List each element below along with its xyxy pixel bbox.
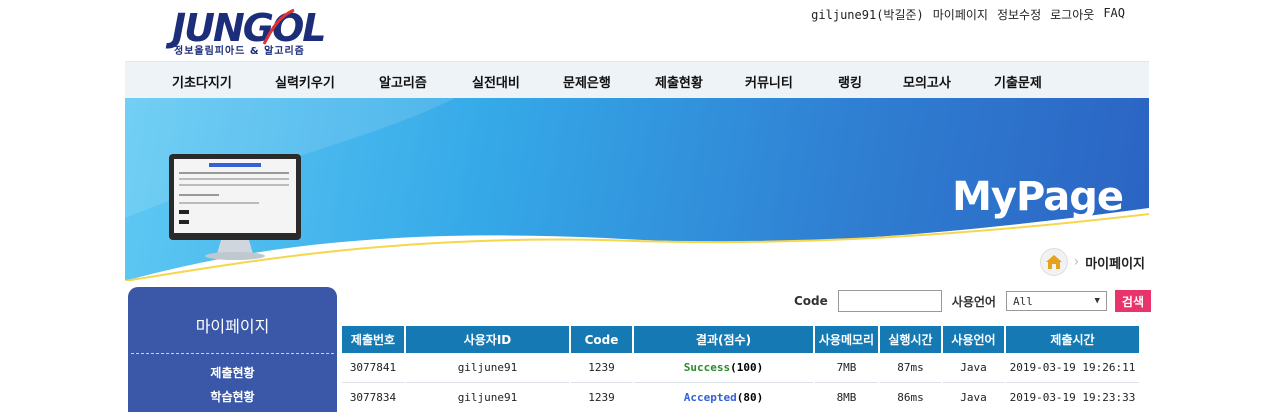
- cell-result[interactable]: Success(100): [634, 353, 813, 383]
- nav-algorithms[interactable]: 알고리즘: [379, 72, 427, 91]
- table-row[interactable]: 3077841 giljune91 1239 Success(100) 7MB …: [342, 353, 1139, 383]
- breadcrumb: › 마이페이지: [1039, 248, 1145, 276]
- result-status: Accepted: [683, 391, 737, 404]
- language-select[interactable]: All ▼: [1005, 291, 1107, 311]
- col-submission-id: 제출번호: [342, 326, 404, 353]
- search-button[interactable]: 검색: [1114, 290, 1151, 312]
- sidebar-title: 마이페이지: [195, 317, 270, 336]
- nav-problem-bank[interactable]: 문제은행: [563, 72, 611, 91]
- cell-code[interactable]: 1239: [571, 383, 632, 412]
- cell-exec-time: 87ms: [880, 353, 941, 383]
- cell-submit-time: 2019-03-19 19:26:11: [1006, 353, 1139, 383]
- breadcrumb-separator-icon: ›: [1073, 254, 1080, 270]
- nav-basics[interactable]: 기초다지기: [172, 72, 232, 91]
- user-name-link[interactable]: giljune91(박길준): [811, 6, 924, 23]
- cell-submission-id: 3077841: [342, 353, 404, 383]
- table-row[interactable]: 3077834 giljune91 1239 Accepted(80) 8MB …: [342, 383, 1139, 412]
- sidebar-item-study-status[interactable]: 학습현황: [128, 388, 337, 405]
- cell-language: Java: [943, 353, 1004, 383]
- code-input[interactable]: [837, 290, 942, 312]
- monitor-icon: [169, 154, 301, 260]
- nav-community[interactable]: 커뮤니티: [745, 72, 793, 91]
- dropdown-arrow-icon: ▼: [1094, 296, 1100, 306]
- cell-submission-id: 3077834: [342, 383, 404, 412]
- logo-subtitle: 정보올림피아드 & 알고리즘: [174, 46, 305, 57]
- nav-ranking[interactable]: 랭킹: [838, 72, 862, 91]
- code-label: Code: [794, 294, 828, 308]
- submissions-table: 제출번호 사용자ID Code 결과(점수) 사용메모리 실행시간 사용언어 제…: [340, 326, 1141, 412]
- mypage-link[interactable]: 마이페이지: [933, 6, 988, 23]
- home-button[interactable]: [1039, 248, 1068, 276]
- edit-profile-link[interactable]: 정보수정: [997, 6, 1041, 23]
- nav-practice[interactable]: 실전대비: [472, 72, 520, 91]
- cell-user-id[interactable]: giljune91: [406, 383, 569, 412]
- cell-submit-time: 2019-03-19 19:23:33: [1006, 383, 1139, 412]
- cell-user-id[interactable]: giljune91: [406, 353, 569, 383]
- col-submit-time: 제출시간: [1006, 326, 1139, 353]
- cell-language: Java: [943, 383, 1004, 412]
- cell-memory: 8MB: [815, 383, 878, 412]
- home-icon: [1045, 255, 1062, 269]
- col-exec-time: 실행시간: [880, 326, 941, 353]
- language-select-value: All: [1012, 294, 1033, 308]
- col-language: 사용언어: [943, 326, 1004, 353]
- sidebar: 마이페이지 제출현황 학습현황: [128, 287, 337, 412]
- sidebar-divider: [131, 353, 334, 354]
- faq-link[interactable]: FAQ: [1103, 6, 1125, 23]
- nav-submissions[interactable]: 제출현황: [655, 72, 703, 91]
- result-status: Success: [683, 361, 731, 374]
- mypage-banner: MyPage › 마이페이지: [125, 98, 1149, 281]
- cell-memory: 7MB: [815, 353, 878, 383]
- logout-link[interactable]: 로그아웃: [1050, 6, 1094, 23]
- filter-bar: Code 사용언어 All ▼ 검색: [794, 290, 1151, 312]
- cell-code[interactable]: 1239: [571, 353, 632, 383]
- result-score: (100): [730, 361, 764, 374]
- result-score: (80): [736, 391, 764, 404]
- language-label: 사용언어: [951, 294, 996, 309]
- col-code: Code: [571, 326, 632, 353]
- table-header-row: 제출번호 사용자ID Code 결과(점수) 사용메모리 실행시간 사용언어 제…: [342, 326, 1139, 353]
- top-links: giljune91(박길준) 마이페이지 정보수정 로그아웃 FAQ: [811, 6, 1125, 23]
- nav-mock-exam[interactable]: 모의고사: [903, 72, 951, 91]
- jungol-logo[interactable]: JUNGOL 정보올림피아드 & 알고리즘: [172, 8, 332, 57]
- nav-skills[interactable]: 실력키우기: [275, 72, 335, 91]
- page: JUNGOL 정보올림피아드 & 알고리즘 giljune91(박길준) 마이페…: [0, 0, 1275, 412]
- cell-exec-time: 86ms: [880, 383, 941, 412]
- col-result: 결과(점수): [634, 326, 813, 353]
- nav-past-exams[interactable]: 기출문제: [994, 72, 1042, 91]
- col-memory: 사용메모리: [815, 326, 878, 353]
- breadcrumb-current: 마이페이지: [1085, 256, 1145, 272]
- sidebar-item-submissions[interactable]: 제출현황: [128, 364, 337, 381]
- col-user-id: 사용자ID: [406, 326, 569, 353]
- cell-result[interactable]: Accepted(80): [634, 383, 813, 412]
- main-nav: 기초다지기 실력키우기 알고리즘 실전대비 문제은행 제출현황 커뮤니티 랭킹 …: [125, 61, 1149, 98]
- banner-title: MyPage: [952, 174, 1124, 220]
